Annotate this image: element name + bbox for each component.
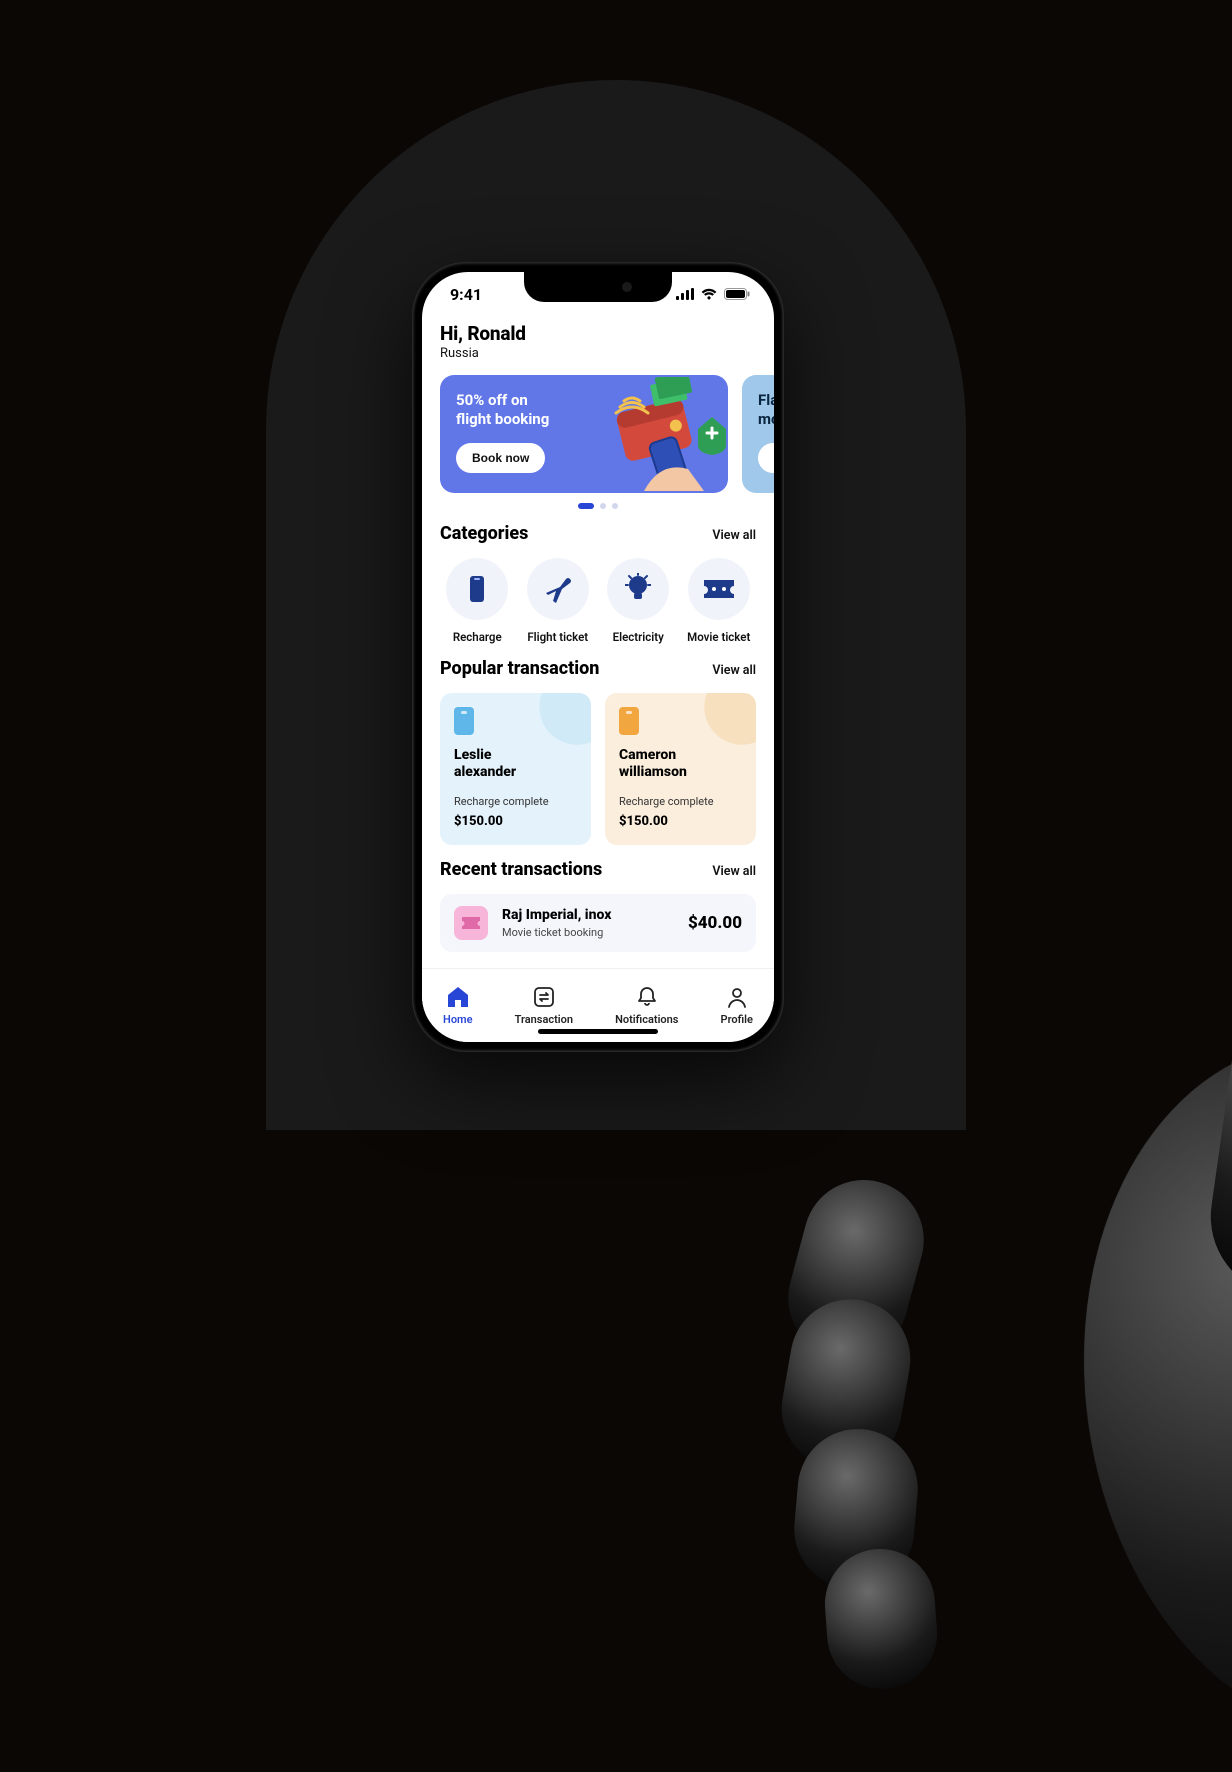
categories-view-all[interactable]: View all xyxy=(712,528,756,543)
category-label: Electricity xyxy=(613,630,664,644)
popular-name: Leslie alexander xyxy=(454,747,577,781)
category-label: Flight ticket xyxy=(527,630,588,644)
tab-transaction[interactable]: Transaction xyxy=(515,986,573,1026)
promo-carousel[interactable]: 50% off on flight booking Book now xyxy=(422,375,774,493)
promo-title: 50% off on flight booking xyxy=(456,391,712,429)
book-now-button[interactable]: Bo xyxy=(758,443,774,473)
category-label: Recharge xyxy=(453,630,502,644)
popular-card-cameron[interactable]: Cameron williamson Recharge complete $15… xyxy=(605,693,756,845)
phone-chip-icon xyxy=(454,707,474,735)
tab-home[interactable]: Home xyxy=(443,986,473,1026)
promo-card-flight[interactable]: 50% off on flight booking Book now xyxy=(440,375,728,493)
recent-amount: $40.00 xyxy=(688,913,742,933)
phone-chip-icon xyxy=(619,707,639,735)
dot xyxy=(600,503,606,509)
greeting: Hi, Ronald xyxy=(440,322,756,345)
location: Russia xyxy=(440,346,756,361)
recent-subtitle: Movie ticket booking xyxy=(502,926,674,939)
recent-transaction-row[interactable]: Raj Imperial, inox Movie ticket booking … xyxy=(440,894,756,952)
wifi-icon xyxy=(700,288,718,300)
popular-amount: $150.00 xyxy=(619,814,742,829)
home-indicator xyxy=(538,1029,658,1034)
carousel-dots xyxy=(422,503,774,509)
phone-notch xyxy=(524,272,672,302)
tab-profile[interactable]: Profile xyxy=(721,986,753,1026)
notifications-icon xyxy=(637,986,657,1008)
bulb-icon xyxy=(625,573,651,605)
phone-icon xyxy=(464,574,490,604)
category-electricity[interactable]: Electricity xyxy=(601,558,676,644)
tab-label: Transaction xyxy=(515,1013,573,1026)
popular-view-all[interactable]: View all xyxy=(712,663,756,678)
phone-screen: 9:41 Hi, Ronald Russia 50% off on flight… xyxy=(422,272,774,1042)
categories-row: Recharge Flight ticket Electricity Movie… xyxy=(422,558,774,644)
ticket-icon xyxy=(702,576,736,602)
popular-status: Recharge complete xyxy=(619,795,742,808)
category-flight[interactable]: Flight ticket xyxy=(521,558,596,644)
plane-icon xyxy=(542,573,574,605)
movie-ticket-icon xyxy=(454,906,488,940)
status-time: 9:41 xyxy=(450,285,482,304)
tab-label: Home xyxy=(443,1013,473,1026)
promo-title: Flat 5 movi xyxy=(758,391,774,429)
popular-title: Popular transaction xyxy=(440,658,599,679)
popular-card-leslie[interactable]: Leslie alexander Recharge complete $150.… xyxy=(440,693,591,845)
recent-title: Recent transactions xyxy=(440,859,602,880)
dot xyxy=(612,503,618,509)
categories-title: Categories xyxy=(440,523,528,544)
category-movie[interactable]: Movie ticket xyxy=(682,558,757,644)
phone-frame: 9:41 Hi, Ronald Russia 50% off on flight… xyxy=(412,262,784,1052)
tab-notifications[interactable]: Notifications xyxy=(615,986,678,1026)
promo-card-movie[interactable]: Flat 5 movi Bo xyxy=(742,375,774,493)
cellular-icon xyxy=(676,288,694,300)
transaction-icon xyxy=(533,986,555,1008)
book-now-button[interactable]: Book now xyxy=(456,443,545,473)
recent-view-all[interactable]: View all xyxy=(712,864,756,879)
category-label: Movie ticket xyxy=(687,630,750,644)
popular-amount: $150.00 xyxy=(454,814,577,829)
dot-active xyxy=(578,503,594,509)
category-recharge[interactable]: Recharge xyxy=(440,558,515,644)
battery-icon xyxy=(724,288,750,300)
home-icon xyxy=(446,986,470,1008)
recent-title-text: Raj Imperial, inox xyxy=(502,907,674,923)
tab-label: Notifications xyxy=(615,1013,678,1026)
popular-name: Cameron williamson xyxy=(619,747,742,781)
tab-label: Profile xyxy=(721,1013,753,1026)
profile-icon xyxy=(727,986,747,1008)
popular-status: Recharge complete xyxy=(454,795,577,808)
